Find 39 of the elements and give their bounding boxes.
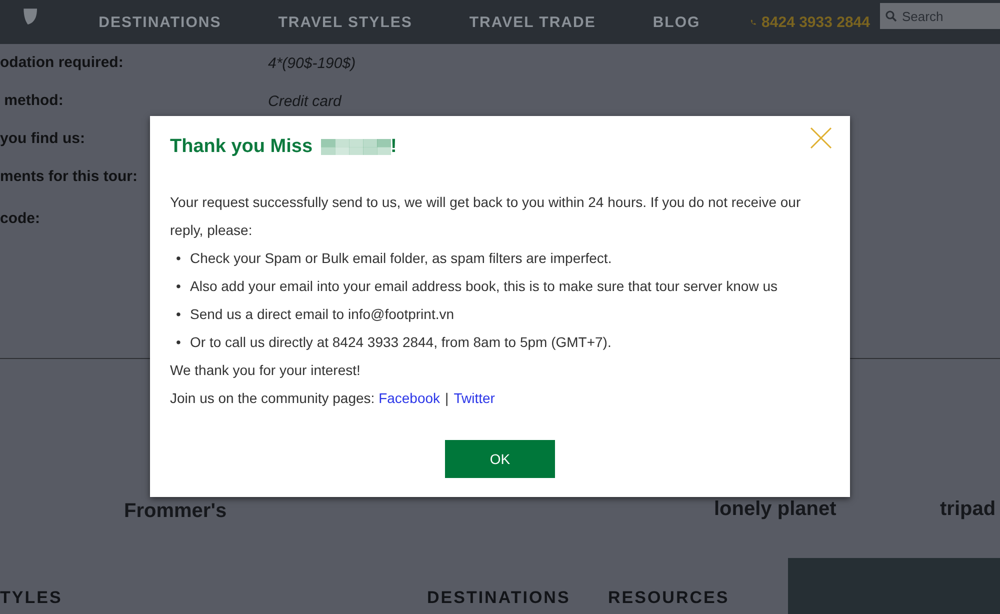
- form-label: method:: [3, 92, 64, 109]
- dialog-message: Your request successfully send to us, we will get back to you within 24 hours. If you do not receive our reply, please:: [170, 193, 802, 240]
- nav-link[interactable]: DESTINATIONS: [98, 14, 222, 30]
- bullet: •: [176, 305, 182, 324]
- partner-logo: Frommer's: [124, 500, 227, 523]
- footer-heading: TYLES: [0, 588, 62, 608]
- close-icon[interactable]: [810, 127, 832, 149]
- form-label: ments for this tour:: [0, 168, 138, 185]
- separator: |: [445, 390, 449, 406]
- redacted-name: [320, 139, 391, 155]
- footer-heading: DESTINATIONS: [427, 588, 570, 608]
- list-item: Also add your email into your email address book, this is to make sure that tour server know us: [190, 277, 778, 296]
- social-link[interactable]: Twitter: [454, 390, 495, 406]
- community-text: Join us on the community pages:: [170, 390, 375, 406]
- partner-logo: lonely planet: [714, 498, 836, 521]
- social-link[interactable]: Facebook: [378, 390, 440, 406]
- nav-link[interactable]: TRAVEL STYLES: [278, 14, 412, 30]
- bullet: •: [176, 277, 182, 296]
- form-label: odation required:: [0, 54, 124, 71]
- footer-heading: RESOURCES: [608, 588, 730, 608]
- form-value: Credit card: [268, 92, 342, 110]
- list-item: Send us a direct email to info@footprint.vn: [190, 305, 454, 324]
- exclamation-mark: !: [390, 136, 397, 158]
- nav-link[interactable]: BLOG: [652, 14, 700, 30]
- search-icon: [885, 10, 897, 22]
- search-field[interactable]: Search: [880, 3, 1000, 29]
- bullet: •: [176, 333, 182, 352]
- list-item: Check your Spam or Bulk email folder, as spam filters are imperfect.: [190, 249, 612, 268]
- partner-logo: tripad: [940, 498, 996, 521]
- list-item: Or to call us directly at 8424 3933 2844, from 8am to 5pm (GMT+7).: [190, 333, 612, 352]
- form-label: you find us:: [0, 130, 85, 147]
- phone-number: 8424 3933 2844: [762, 14, 870, 30]
- dialog-title: Thank you Miss: [170, 136, 313, 158]
- thanks-text: We thank you for your interest!: [170, 361, 362, 380]
- bullet: •: [176, 249, 182, 268]
- ok-button[interactable]: OK: [445, 440, 555, 478]
- form-label: code:: [0, 210, 40, 227]
- form-value: 4*(90$-190$): [268, 54, 356, 72]
- nav-link[interactable]: TRAVEL TRADE: [469, 14, 596, 30]
